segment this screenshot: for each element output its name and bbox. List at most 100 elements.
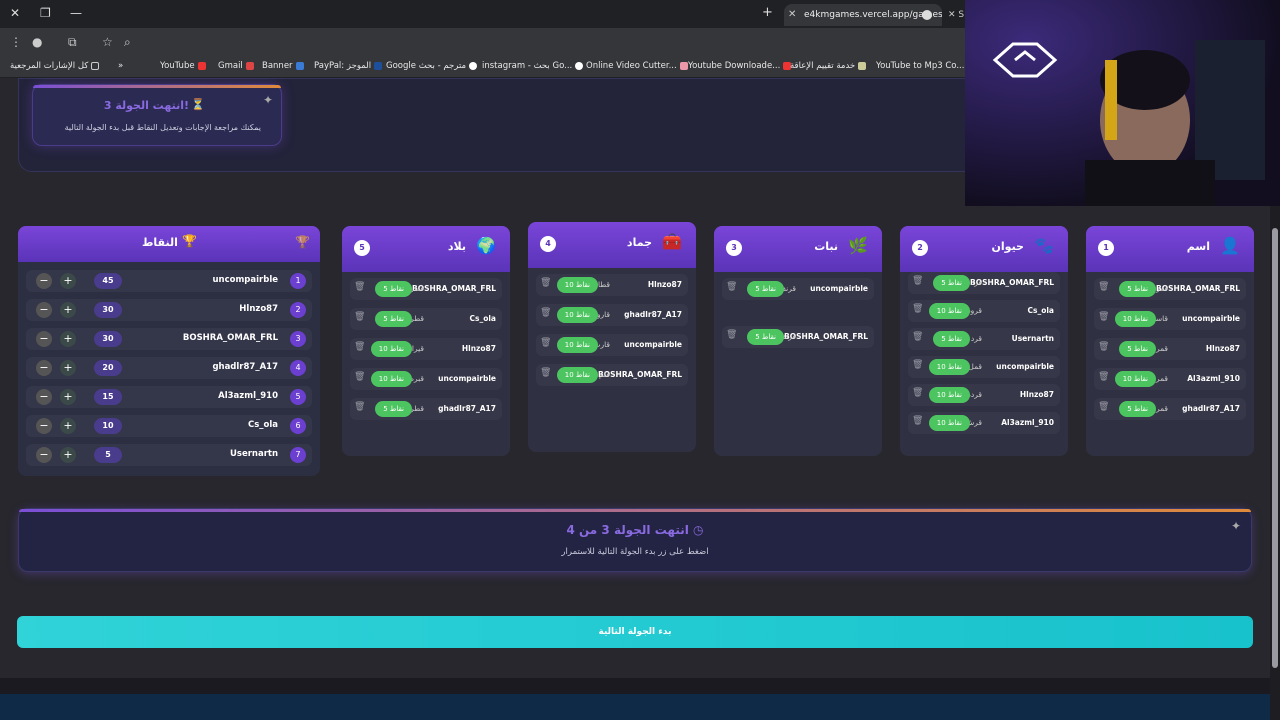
extensions-icon[interactable]: ⧉	[68, 35, 77, 50]
search-icon[interactable]: ⌕	[124, 35, 131, 50]
player-name: Hlnzo87	[461, 344, 496, 353]
points-toggle[interactable]: 5 نقاط	[1119, 401, 1156, 417]
profile-icon[interactable]: ●	[32, 35, 42, 49]
close-tab-icon[interactable]: ✕	[788, 4, 796, 26]
round-status-text: انتهت الجولة 3 من 4	[566, 523, 689, 537]
delete-answer-icon[interactable]: 🗑	[912, 388, 923, 398]
bookmark-item[interactable]: Online Video Cutter...	[586, 61, 688, 71]
bookmark-star-icon[interactable]: ☆	[102, 35, 113, 49]
decrease-points-button[interactable]: −	[36, 418, 52, 434]
points-toggle[interactable]: 5 نقاط	[375, 311, 412, 327]
gmail-icon	[245, 62, 254, 70]
browser-tab[interactable]: ✕ e4kmgames.vercel.app/games/	[784, 4, 942, 26]
bookmarks-more-icon[interactable]: »	[118, 61, 123, 71]
delete-answer-icon[interactable]: 🗑	[1098, 342, 1109, 352]
points-toggle[interactable]: 10 نقاط	[370, 371, 412, 387]
decrease-points-button[interactable]: −	[36, 273, 52, 289]
increase-points-button[interactable]: +	[60, 331, 76, 347]
answer-word: قرد	[970, 334, 982, 343]
increase-points-button[interactable]: +	[60, 418, 76, 434]
close-window-icon[interactable]: ✕	[10, 6, 20, 20]
delete-answer-icon[interactable]: 🗑	[1098, 402, 1109, 412]
decrease-points-button[interactable]: −	[36, 331, 52, 347]
bookmark-item[interactable]: PayPal: الموجز	[314, 61, 383, 71]
delete-answer-icon[interactable]: 🗑	[726, 330, 737, 340]
round-ended-card: ✦ انتهت الجولة 3! ⏳ يمكنك مراجعة الإجابا…	[32, 84, 282, 146]
next-round-button[interactable]: بدء الجولة التالية	[17, 616, 1253, 648]
category-title: اسم	[1186, 240, 1210, 253]
category-column-4: 4 جماد 🧰 Hlnzo87 قطار 10 نقاط 🗑 ghadlr87_A17 قار…	[528, 222, 696, 452]
points-toggle[interactable]: 10 نقاط	[556, 367, 598, 383]
delete-answer-icon[interactable]: 🗑	[1098, 312, 1109, 322]
bookmark-item[interactable]: instagram - بحث Go...	[482, 61, 584, 71]
player-name: ghadlr87_A17	[438, 404, 496, 413]
delete-answer-icon[interactable]: 🗑	[354, 402, 365, 412]
increase-points-button[interactable]: +	[60, 273, 76, 289]
player-name: BOSHRA_OMAR_FRL	[598, 370, 682, 379]
points-toggle[interactable]: 10 نقاط	[928, 359, 970, 375]
points-toggle[interactable]: 5 نقاط	[1119, 341, 1156, 357]
menu-icon[interactable]: ⋮	[10, 35, 22, 49]
category-column-5: 5 بلاد 🌍 BOSHRA_OMAR_FRL قطر 5 نقاط 🗑 Cs_ola قطر…	[342, 226, 510, 456]
answer-word: قمر	[1155, 404, 1168, 413]
bookmark-item[interactable]: Youtube Downloade...	[688, 61, 792, 71]
delete-answer-icon[interactable]: 🗑	[912, 416, 923, 426]
delete-answer-icon[interactable]: 🗑	[354, 282, 365, 292]
delete-answer-icon[interactable]: 🗑	[912, 332, 923, 342]
points-toggle[interactable]: 5 نقاط	[1119, 281, 1156, 297]
delete-answer-icon[interactable]: 🗑	[354, 312, 365, 322]
all-bookmarks[interactable]: كل الإشارات المرجعية	[10, 61, 100, 71]
bookmark-item[interactable]: YouTube to Mp3 Co...	[876, 61, 976, 71]
decrease-points-button[interactable]: −	[36, 447, 52, 463]
delete-answer-icon[interactable]: 🗑	[540, 368, 551, 378]
minimize-window-icon[interactable]: —	[70, 6, 82, 20]
points-toggle[interactable]: 10 نقاط	[928, 387, 970, 403]
increase-points-button[interactable]: +	[60, 389, 76, 405]
delete-answer-icon[interactable]: 🗑	[912, 276, 923, 286]
new-tab-icon[interactable]: +	[762, 5, 773, 20]
bookmark-item[interactable]: YouTube	[160, 61, 206, 71]
answer-row: uncompairble قرنفل 5 نقاط 🗑	[722, 278, 874, 300]
disability-service-icon	[858, 62, 867, 70]
points-toggle[interactable]: 10 نقاط	[370, 341, 412, 357]
delete-answer-icon[interactable]: 🗑	[726, 282, 737, 292]
increase-points-button[interactable]: +	[60, 302, 76, 318]
points-toggle[interactable]: 5 نقاط	[747, 329, 784, 345]
answer-row: BOSHRA_OMAR_FRL قرنفل 5 نقاط 🗑	[722, 326, 874, 348]
points-toggle[interactable]: 5 نقاط	[747, 281, 784, 297]
points-toggle[interactable]: 5 نقاط	[375, 281, 412, 297]
scrollbar-thumb[interactable]	[1272, 228, 1278, 668]
delete-answer-icon[interactable]: 🗑	[1098, 372, 1109, 382]
points-toggle[interactable]: 10 نقاط	[928, 303, 970, 319]
points-toggle[interactable]: 10 نقاط	[928, 415, 970, 431]
points-toggle[interactable]: 5 نقاط	[933, 275, 970, 291]
delete-answer-icon[interactable]: 🗑	[912, 360, 923, 370]
answer-word: قلم	[598, 370, 610, 379]
points-toggle[interactable]: 10 نقاط	[556, 307, 598, 323]
delete-answer-icon[interactable]: 🗑	[354, 342, 365, 352]
points-toggle[interactable]: 5 نقاط	[375, 401, 412, 417]
delete-answer-icon[interactable]: 🗑	[354, 372, 365, 382]
delete-answer-icon[interactable]: 🗑	[1098, 282, 1109, 292]
bookmark-item[interactable]: Gmail	[218, 61, 254, 71]
bookmark-item[interactable]: Google مترجم - بحث	[386, 61, 478, 71]
increase-points-button[interactable]: +	[60, 447, 76, 463]
decrease-points-button[interactable]: −	[36, 389, 52, 405]
decrease-points-button[interactable]: −	[36, 302, 52, 318]
restore-window-icon[interactable]: ❐	[40, 6, 51, 20]
bookmark-item[interactable]: Banner	[262, 61, 304, 71]
points-toggle[interactable]: 10 نقاط	[556, 277, 598, 293]
increase-points-button[interactable]: +	[60, 360, 76, 376]
delete-answer-icon[interactable]: 🗑	[540, 338, 551, 348]
delete-answer-icon[interactable]: 🗑	[540, 308, 551, 318]
points-toggle[interactable]: 10 نقاط	[556, 337, 598, 353]
delete-answer-icon[interactable]: 🗑	[540, 278, 551, 288]
decrease-points-button[interactable]: −	[36, 360, 52, 376]
points-toggle[interactable]: 5 نقاط	[933, 331, 970, 347]
delete-answer-icon[interactable]: 🗑	[912, 304, 923, 314]
bookmark-item[interactable]: خدمة تقييم الإعاقة	[790, 61, 867, 71]
answer-row: ghadlr87_A17 قطر 5 نقاط 🗑	[350, 398, 502, 420]
points-toggle[interactable]: 10 نقاط	[1114, 311, 1156, 327]
points-toggle[interactable]: 10 نقاط	[1114, 371, 1156, 387]
player-name: BOSHRA_OMAR_FRL	[182, 333, 278, 343]
